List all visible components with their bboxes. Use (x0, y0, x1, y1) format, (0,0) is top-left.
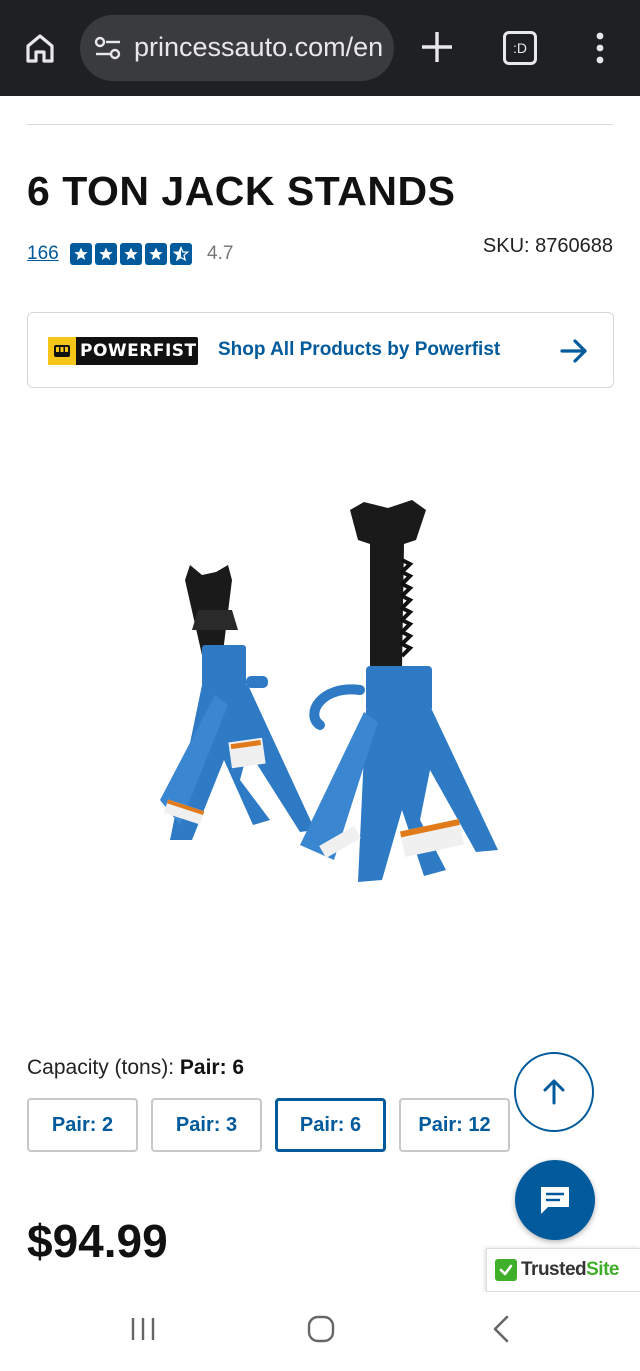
capacity-selected-value: Pair: 6 (179, 1056, 245, 1079)
arrow-right-icon[interactable] (558, 335, 590, 367)
scroll-to-top-button[interactable] (514, 1052, 594, 1132)
capacity-option-pair-3[interactable]: Pair: 3 (151, 1098, 262, 1152)
logo-text: POWERFIST (80, 341, 197, 361)
star-half-icon (170, 243, 192, 265)
back-chevron-icon[interactable] (488, 1314, 514, 1344)
star-icon (120, 243, 142, 265)
product-title: 6 TON JACK STANDS (27, 168, 456, 214)
fist-icon (48, 337, 76, 365)
product-price: $94.99 (27, 1215, 168, 1267)
jack-stand-short (160, 565, 315, 840)
jack-stand-tall (300, 500, 498, 882)
plus-icon[interactable] (416, 26, 458, 68)
more-vert-icon[interactable] (588, 30, 612, 66)
star-icon (145, 243, 167, 265)
home-icon[interactable] (20, 28, 60, 68)
system-nav-bar (0, 1292, 640, 1371)
chat-icon (541, 1187, 569, 1214)
star-rating[interactable] (70, 243, 192, 265)
trusted-prefix: Trusted (521, 1259, 587, 1280)
star-icon (95, 243, 117, 265)
capacity-label: Capacity (tons): Pair: 6 (27, 1056, 244, 1080)
capacity-options: Pair: 2 Pair: 3 Pair: 6 Pair: 12 (27, 1098, 510, 1152)
powerfist-logo: POWERFIST (48, 337, 198, 365)
rating-value: 4.7 (207, 243, 234, 264)
trusted-suffix: Site (586, 1259, 619, 1280)
shop-brand-link[interactable]: Shop All Products by Powerfist (218, 339, 500, 361)
trustedsite-text: TrustedSite (521, 1259, 619, 1281)
trustedsite-badge[interactable]: TrustedSite (486, 1248, 640, 1292)
check-icon (495, 1259, 517, 1281)
capacity-option-pair-12[interactable]: Pair: 12 (399, 1098, 510, 1152)
tabs-icon[interactable]: :D (503, 31, 537, 65)
sku-text: SKU: 8760688 (482, 235, 613, 257)
chat-button[interactable] (515, 1160, 595, 1240)
arrow-up-icon (543, 1079, 565, 1105)
brand-banner[interactable]: POWERFIST Shop All Products by Powerfist (27, 312, 614, 388)
review-count-link[interactable]: 166 (27, 243, 59, 265)
tune-icon[interactable] (94, 35, 122, 61)
capacity-option-pair-2[interactable]: Pair: 2 (27, 1098, 138, 1152)
url-text[interactable]: princessauto.com/en (134, 32, 384, 63)
address-bar[interactable]: princessauto.com/en (80, 15, 394, 81)
star-icon (70, 243, 92, 265)
browser-toolbar: princessauto.com/en :D (0, 0, 640, 96)
home-circle-icon[interactable] (306, 1314, 336, 1344)
capacity-label-text: Capacity (tons): (27, 1056, 175, 1079)
capacity-option-pair-6[interactable]: Pair: 6 (275, 1098, 386, 1152)
product-image[interactable] (120, 480, 520, 900)
divider (27, 124, 614, 125)
recent-apps-icon[interactable] (128, 1314, 158, 1344)
